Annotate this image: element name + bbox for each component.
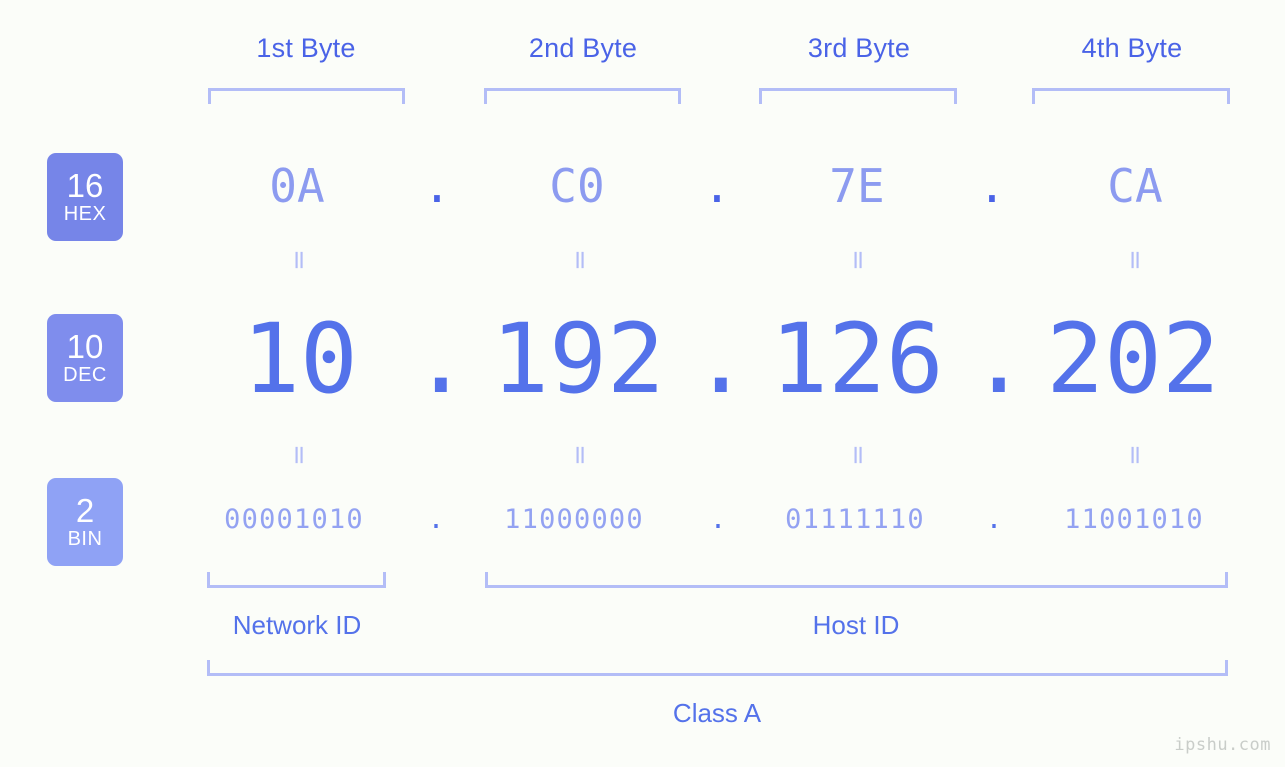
base-badge-bin: 2 BIN (47, 478, 123, 566)
host-id-bracket (485, 572, 1228, 588)
bin-byte-4: 11001010 (1064, 504, 1204, 535)
byte-header-1: 1st Byte (256, 33, 356, 63)
base-badge-hex: 16 HEX (47, 153, 123, 241)
base-badge-bin-label: BIN (67, 528, 103, 550)
bin-byte-1: 00001010 (224, 504, 364, 535)
dec-separator-1: . (412, 303, 470, 415)
bin-separator-1: . (427, 504, 445, 535)
base-badge-dec: 10 DEC (47, 314, 123, 402)
byte-bracket-1 (208, 88, 405, 104)
base-badge-bin-number: 2 (75, 492, 95, 529)
bin-byte-2: 11000000 (504, 504, 644, 535)
bin-separator-2: . (709, 504, 727, 535)
byte-bracket-4 (1032, 88, 1230, 104)
site-watermark: ipshu.com (1174, 735, 1271, 755)
byte-header-2: 2nd Byte (528, 33, 638, 63)
byte-bracket-3 (759, 88, 957, 104)
bin-separator-3: . (985, 504, 1003, 535)
dec-separator-2: . (692, 303, 750, 415)
base-badge-hex-label: HEX (63, 203, 107, 225)
hex-separator-3: . (978, 159, 1006, 213)
base-badge-hex-number: 16 (66, 167, 104, 204)
byte-header-4: 4th Byte (1081, 33, 1183, 63)
network-id-bracket (207, 572, 386, 588)
bin-byte-3: 01111110 (785, 504, 925, 535)
host-id-label: Host ID (812, 610, 900, 640)
hex-separator-1: . (423, 159, 451, 213)
class-label: Class A (672, 698, 762, 728)
dec-separator-3: . (970, 303, 1028, 415)
base-badge-dec-label: DEC (63, 364, 107, 386)
network-id-label: Network ID (232, 610, 362, 640)
ip-address-breakdown-diagram: 1st Byte 2nd Byte 3rd Byte 4th Byte 16 H… (0, 0, 1285, 767)
class-bracket (207, 660, 1228, 676)
byte-bracket-2 (484, 88, 681, 104)
byte-header-3: 3rd Byte (807, 33, 911, 63)
hex-separator-2: . (703, 159, 731, 213)
base-badge-dec-number: 10 (66, 328, 104, 365)
